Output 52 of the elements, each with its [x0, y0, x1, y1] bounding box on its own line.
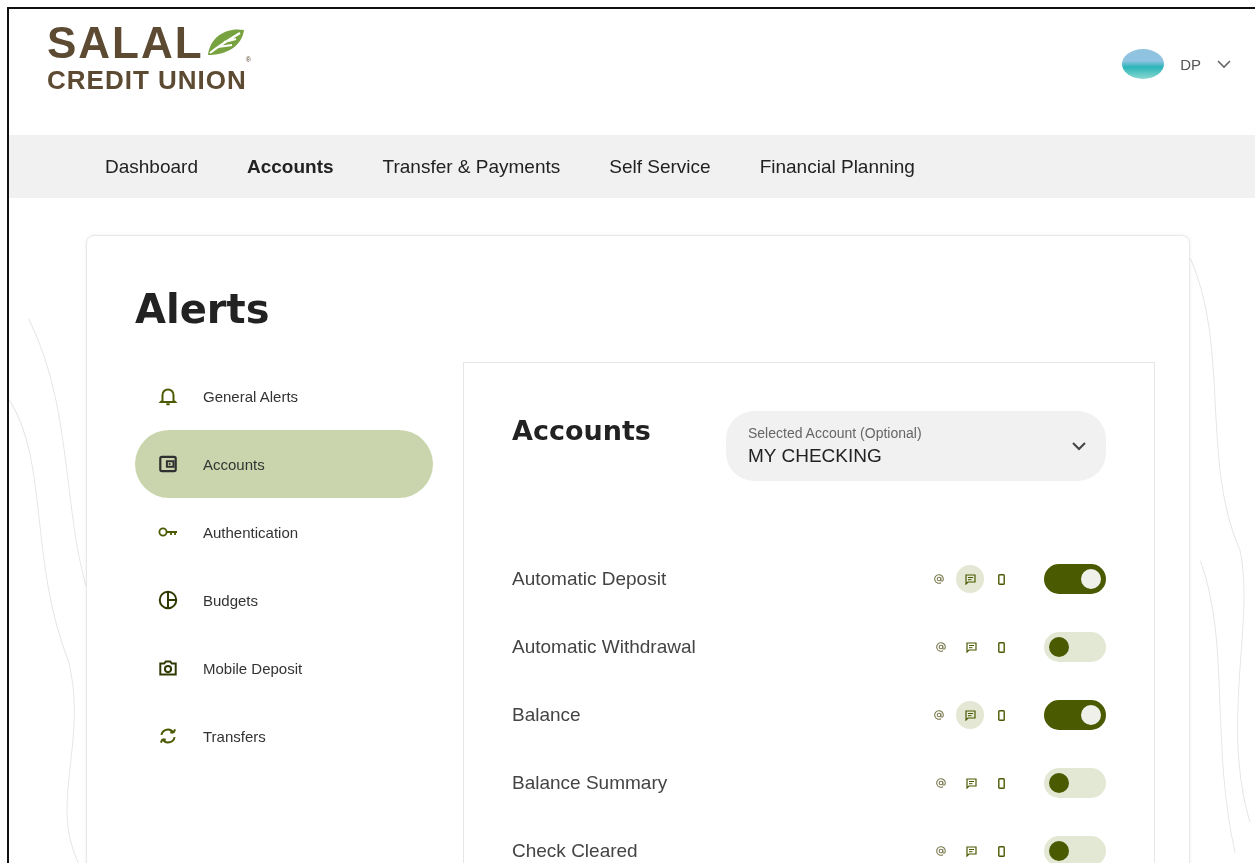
chevron-down-icon	[1072, 441, 1086, 451]
message-channel-button[interactable]	[956, 565, 984, 593]
camera-icon	[157, 657, 179, 679]
sidebar-item[interactable]: Mobile Deposit	[135, 634, 433, 702]
alert-toggle[interactable]	[1044, 700, 1106, 730]
logo-name: SALAL	[47, 21, 204, 65]
page-title: Alerts	[135, 286, 271, 332]
alert-name: Automatic Deposit	[512, 568, 668, 590]
nav-tab[interactable]: Accounts	[246, 155, 334, 178]
phone-icon	[997, 641, 1005, 653]
sidebar-item[interactable]: Authentication	[135, 498, 433, 566]
alert-toggle[interactable]	[1044, 768, 1106, 798]
at-sign-icon	[936, 642, 946, 652]
account-select[interactable]: Selected Account (Optional) MY CHECKING	[726, 411, 1106, 481]
chevron-down-icon[interactable]	[1217, 59, 1231, 69]
alert-toggle[interactable]	[1044, 836, 1106, 863]
phone-icon	[997, 777, 1005, 789]
alert-name: Balance	[512, 704, 582, 726]
sidebar-item[interactable]: Transfers	[135, 702, 433, 770]
panel-title: Accounts	[512, 415, 651, 446]
logo-subtitle: CREDIT UNION	[47, 65, 248, 95]
alert-toggle[interactable]	[1044, 632, 1106, 662]
phone-icon	[997, 845, 1005, 857]
user-initials[interactable]: DP	[1180, 55, 1201, 73]
alert-toggle[interactable]	[1044, 564, 1106, 594]
message-icon	[965, 845, 977, 857]
pie-chart-icon	[157, 589, 179, 611]
select-label: Selected Account (Optional)	[748, 425, 922, 441]
message-icon	[965, 641, 977, 653]
nav-tab[interactable]: Financial Planning	[759, 155, 915, 178]
nav-tab[interactable]: Transfer & Payments	[382, 155, 561, 178]
select-value: MY CHECKING	[748, 445, 883, 467]
message-icon	[964, 709, 976, 721]
alert-name: Balance Summary	[512, 772, 669, 794]
message-channel-button[interactable]	[956, 701, 984, 729]
at-sign-icon	[936, 846, 946, 856]
sidebar-item[interactable]: General Alerts	[135, 362, 433, 430]
sidebar-item[interactable]: Budgets	[135, 566, 433, 634]
alert-name: Automatic Withdrawal	[512, 636, 697, 658]
at-sign-icon	[934, 574, 944, 584]
leaf-logo-icon	[205, 27, 246, 57]
phone-icon	[997, 573, 1005, 585]
nav-tab[interactable]: Dashboard	[105, 155, 198, 178]
nav-tab[interactable]: Self Service	[609, 155, 711, 178]
wallet-icon	[157, 453, 179, 475]
phone-icon	[997, 709, 1005, 721]
sidebar-item[interactable]: Accounts	[135, 430, 433, 498]
at-sign-icon	[936, 778, 946, 788]
alert-name: Check Cleared	[512, 840, 639, 862]
message-icon	[964, 573, 976, 585]
at-sign-icon	[934, 710, 944, 720]
message-icon	[965, 777, 977, 789]
